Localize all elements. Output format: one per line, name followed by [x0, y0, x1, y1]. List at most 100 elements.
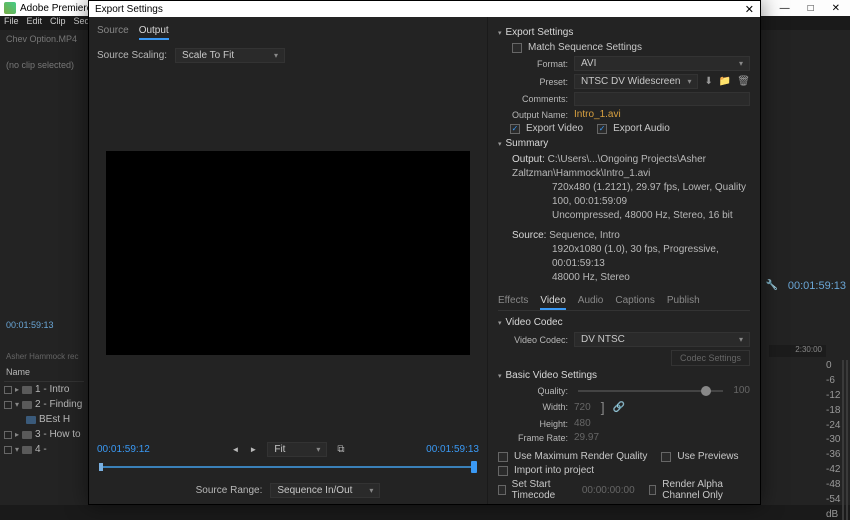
menu-edit[interactable]: Edit — [27, 16, 43, 30]
width-value: 720 — [574, 402, 591, 413]
aspect-crop-button[interactable]: ⧉ — [337, 444, 344, 455]
source-range-select[interactable]: Sequence In/Out▾ — [270, 483, 380, 498]
section-summary: Summary — [506, 138, 549, 149]
quality-slider[interactable] — [578, 390, 723, 392]
tab-captions[interactable]: Captions — [615, 293, 654, 310]
save-preset-icon[interactable]: ⬇ — [704, 76, 712, 87]
audio-meter-l — [842, 360, 844, 520]
delete-preset-icon[interactable]: 🗑 — [737, 76, 750, 87]
step-forward-button[interactable]: ► — [249, 445, 257, 454]
bin-label[interactable]: 3 - How to — [35, 429, 81, 440]
import-project-checkbox[interactable] — [498, 466, 508, 476]
link-icon[interactable]: 🔗 — [613, 402, 625, 413]
in-point-handle[interactable] — [99, 463, 103, 471]
comments-label: Comments: — [498, 94, 568, 104]
bin-label[interactable]: 4 - — [35, 444, 47, 455]
section-codec: Video Codec — [506, 317, 563, 328]
step-back-button[interactable]: ◄ — [232, 445, 240, 454]
close-icon[interactable]: ✕ — [745, 3, 754, 16]
tab-audio[interactable]: Audio — [578, 293, 604, 310]
bin-row: ▸ 3 - How to — [4, 427, 84, 442]
program-timecode[interactable]: 00:01:59:13 — [788, 280, 846, 292]
frame-rate-label: Frame Rate: — [498, 433, 568, 443]
summary-output-line2: 720x480 (1.2121), 29.97 fps, Lower, Qual… — [552, 181, 750, 209]
match-sequence-label: Match Sequence Settings — [528, 42, 642, 53]
chevron-down-icon[interactable]: ▾ — [15, 400, 19, 409]
timeline-timecode[interactable]: 00:01:59:13 — [6, 320, 54, 330]
tab-effects[interactable]: Effects — [498, 293, 528, 310]
chevron-down-icon[interactable]: ▾ — [15, 445, 19, 454]
frame-rate-value: 29.97 — [574, 432, 599, 443]
import-preset-icon[interactable]: 📁 — [719, 76, 731, 87]
fit-select[interactable]: Fit▾ — [267, 442, 327, 457]
twirl-icon[interactable]: ▾ — [498, 140, 502, 148]
alpha-channel-checkbox[interactable] — [649, 485, 657, 495]
use-previews-checkbox[interactable] — [661, 452, 671, 462]
video-codec-label: Video Codec: — [498, 335, 568, 345]
quality-label: Quality: — [498, 386, 568, 396]
twirl-icon[interactable]: ▾ — [498, 29, 502, 37]
comments-input[interactable] — [574, 92, 750, 106]
tc-in[interactable]: 00:01:59:12 — [97, 444, 150, 455]
start-timecode-checkbox[interactable] — [498, 485, 506, 495]
export-video-checkbox[interactable] — [510, 124, 520, 134]
folder-icon — [22, 446, 32, 454]
chevron-down-icon: ▾ — [739, 59, 743, 68]
output-name-link[interactable]: Intro_1.avi — [574, 109, 621, 120]
summary-output-label: Output: — [512, 154, 545, 165]
visibility-toggle[interactable] — [4, 431, 12, 439]
chevron-down-icon: ▾ — [739, 335, 743, 344]
scrub-bar[interactable] — [99, 461, 477, 473]
col-header-name[interactable]: Name — [4, 363, 84, 382]
height-value: 480 — [574, 418, 591, 429]
chevron-right-icon[interactable]: ▸ — [15, 430, 19, 439]
twirl-icon[interactable]: ▾ — [498, 319, 502, 327]
visibility-toggle[interactable] — [4, 386, 12, 394]
export-audio-label: Export Audio — [613, 123, 670, 134]
visibility-toggle[interactable] — [4, 446, 12, 454]
codec-settings-button: Codec Settings — [671, 350, 750, 366]
tab-source[interactable]: Source — [97, 23, 129, 40]
tab-video[interactable]: Video — [540, 293, 565, 310]
clip-label[interactable]: BEst H — [39, 414, 70, 425]
out-point-handle[interactable] — [471, 461, 477, 473]
bin-row: BEst H — [4, 412, 84, 427]
menu-file[interactable]: File — [4, 16, 19, 30]
tc-out[interactable]: 00:01:59:13 — [426, 444, 479, 455]
preset-select[interactable]: NTSC DV Widescreen▾ — [574, 74, 698, 89]
height-label: Height: — [498, 419, 568, 429]
app-logo — [4, 2, 16, 14]
format-label: Format: — [498, 59, 568, 69]
quality-value: 100 — [733, 385, 750, 396]
folder-icon — [22, 401, 32, 409]
audio-meter-r — [846, 360, 848, 520]
link-dimensions-icon[interactable]: ] — [601, 399, 605, 415]
win-close[interactable]: ✕ — [832, 3, 840, 14]
chevron-down-icon: ▾ — [687, 77, 691, 86]
start-timecode-value: 00:00:00:00 — [582, 485, 635, 496]
source-monitor-caption: Chev Option.MP4 — [0, 30, 88, 48]
video-codec-select[interactable]: DV NTSC▾ — [574, 332, 750, 347]
time-ruler[interactable]: 2:30:00 — [769, 345, 826, 357]
tab-output[interactable]: Output — [139, 23, 169, 40]
summary-output-line3: Uncompressed, 48000 Hz, Stereo, 16 bit — [552, 209, 750, 223]
chevron-right-icon[interactable]: ▸ — [15, 385, 19, 394]
max-render-checkbox[interactable] — [498, 452, 508, 462]
source-scaling-select[interactable]: Scale To Fit▾ — [175, 48, 285, 63]
twirl-icon[interactable]: ▾ — [498, 372, 502, 380]
export-audio-checkbox[interactable] — [597, 124, 607, 134]
match-sequence-checkbox[interactable] — [512, 43, 522, 53]
settings-icon[interactable]: 🔧 — [766, 280, 778, 291]
win-maximize[interactable]: □ — [808, 3, 814, 14]
win-minimize[interactable]: — — [780, 3, 790, 14]
max-render-label: Use Maximum Render Quality — [514, 451, 647, 462]
visibility-toggle[interactable] — [4, 401, 12, 409]
menu-clip[interactable]: Clip — [50, 16, 66, 30]
slider-knob[interactable] — [701, 386, 711, 396]
bin-label[interactable]: 1 - Intro — [35, 384, 69, 395]
format-select[interactable]: AVI▾ — [574, 56, 750, 71]
no-clip-label: (no clip selected) — [0, 56, 88, 74]
bin-label[interactable]: 2 - Finding — [35, 399, 82, 410]
ruler-tick: 2:30:00 — [795, 345, 822, 354]
tab-publish[interactable]: Publish — [667, 293, 700, 310]
